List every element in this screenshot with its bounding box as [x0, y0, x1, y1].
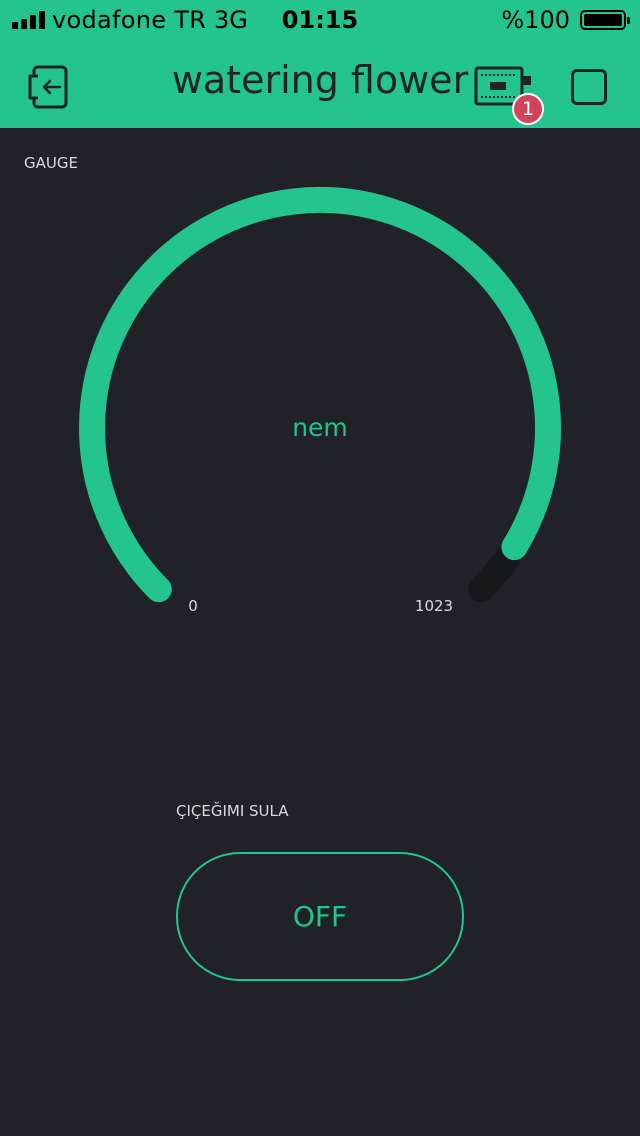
- notification-badge: 1: [512, 93, 544, 125]
- gauge-widget: nem 0 1023: [79, 186, 561, 615]
- status-bar: vodafone TR 3G 01:15 %100: [0, 0, 640, 40]
- project-title: watering flower: [171, 58, 469, 102]
- switch-label: ÇIÇEĞIMI SULA: [176, 802, 289, 820]
- battery-icon: [580, 10, 630, 30]
- gauge-value-label: nem: [292, 413, 348, 442]
- app-header: vodafone TR 3G 01:15 %100 watering flowe…: [0, 0, 640, 128]
- gauge-fill: [79, 186, 561, 603]
- gauge-max-label: 1023: [415, 597, 453, 615]
- stop-button[interactable]: [571, 69, 607, 105]
- battery-percent: %100: [501, 6, 570, 34]
- gauge-min-label: 0: [188, 597, 198, 615]
- watering-switch-button[interactable]: OFF: [176, 852, 464, 981]
